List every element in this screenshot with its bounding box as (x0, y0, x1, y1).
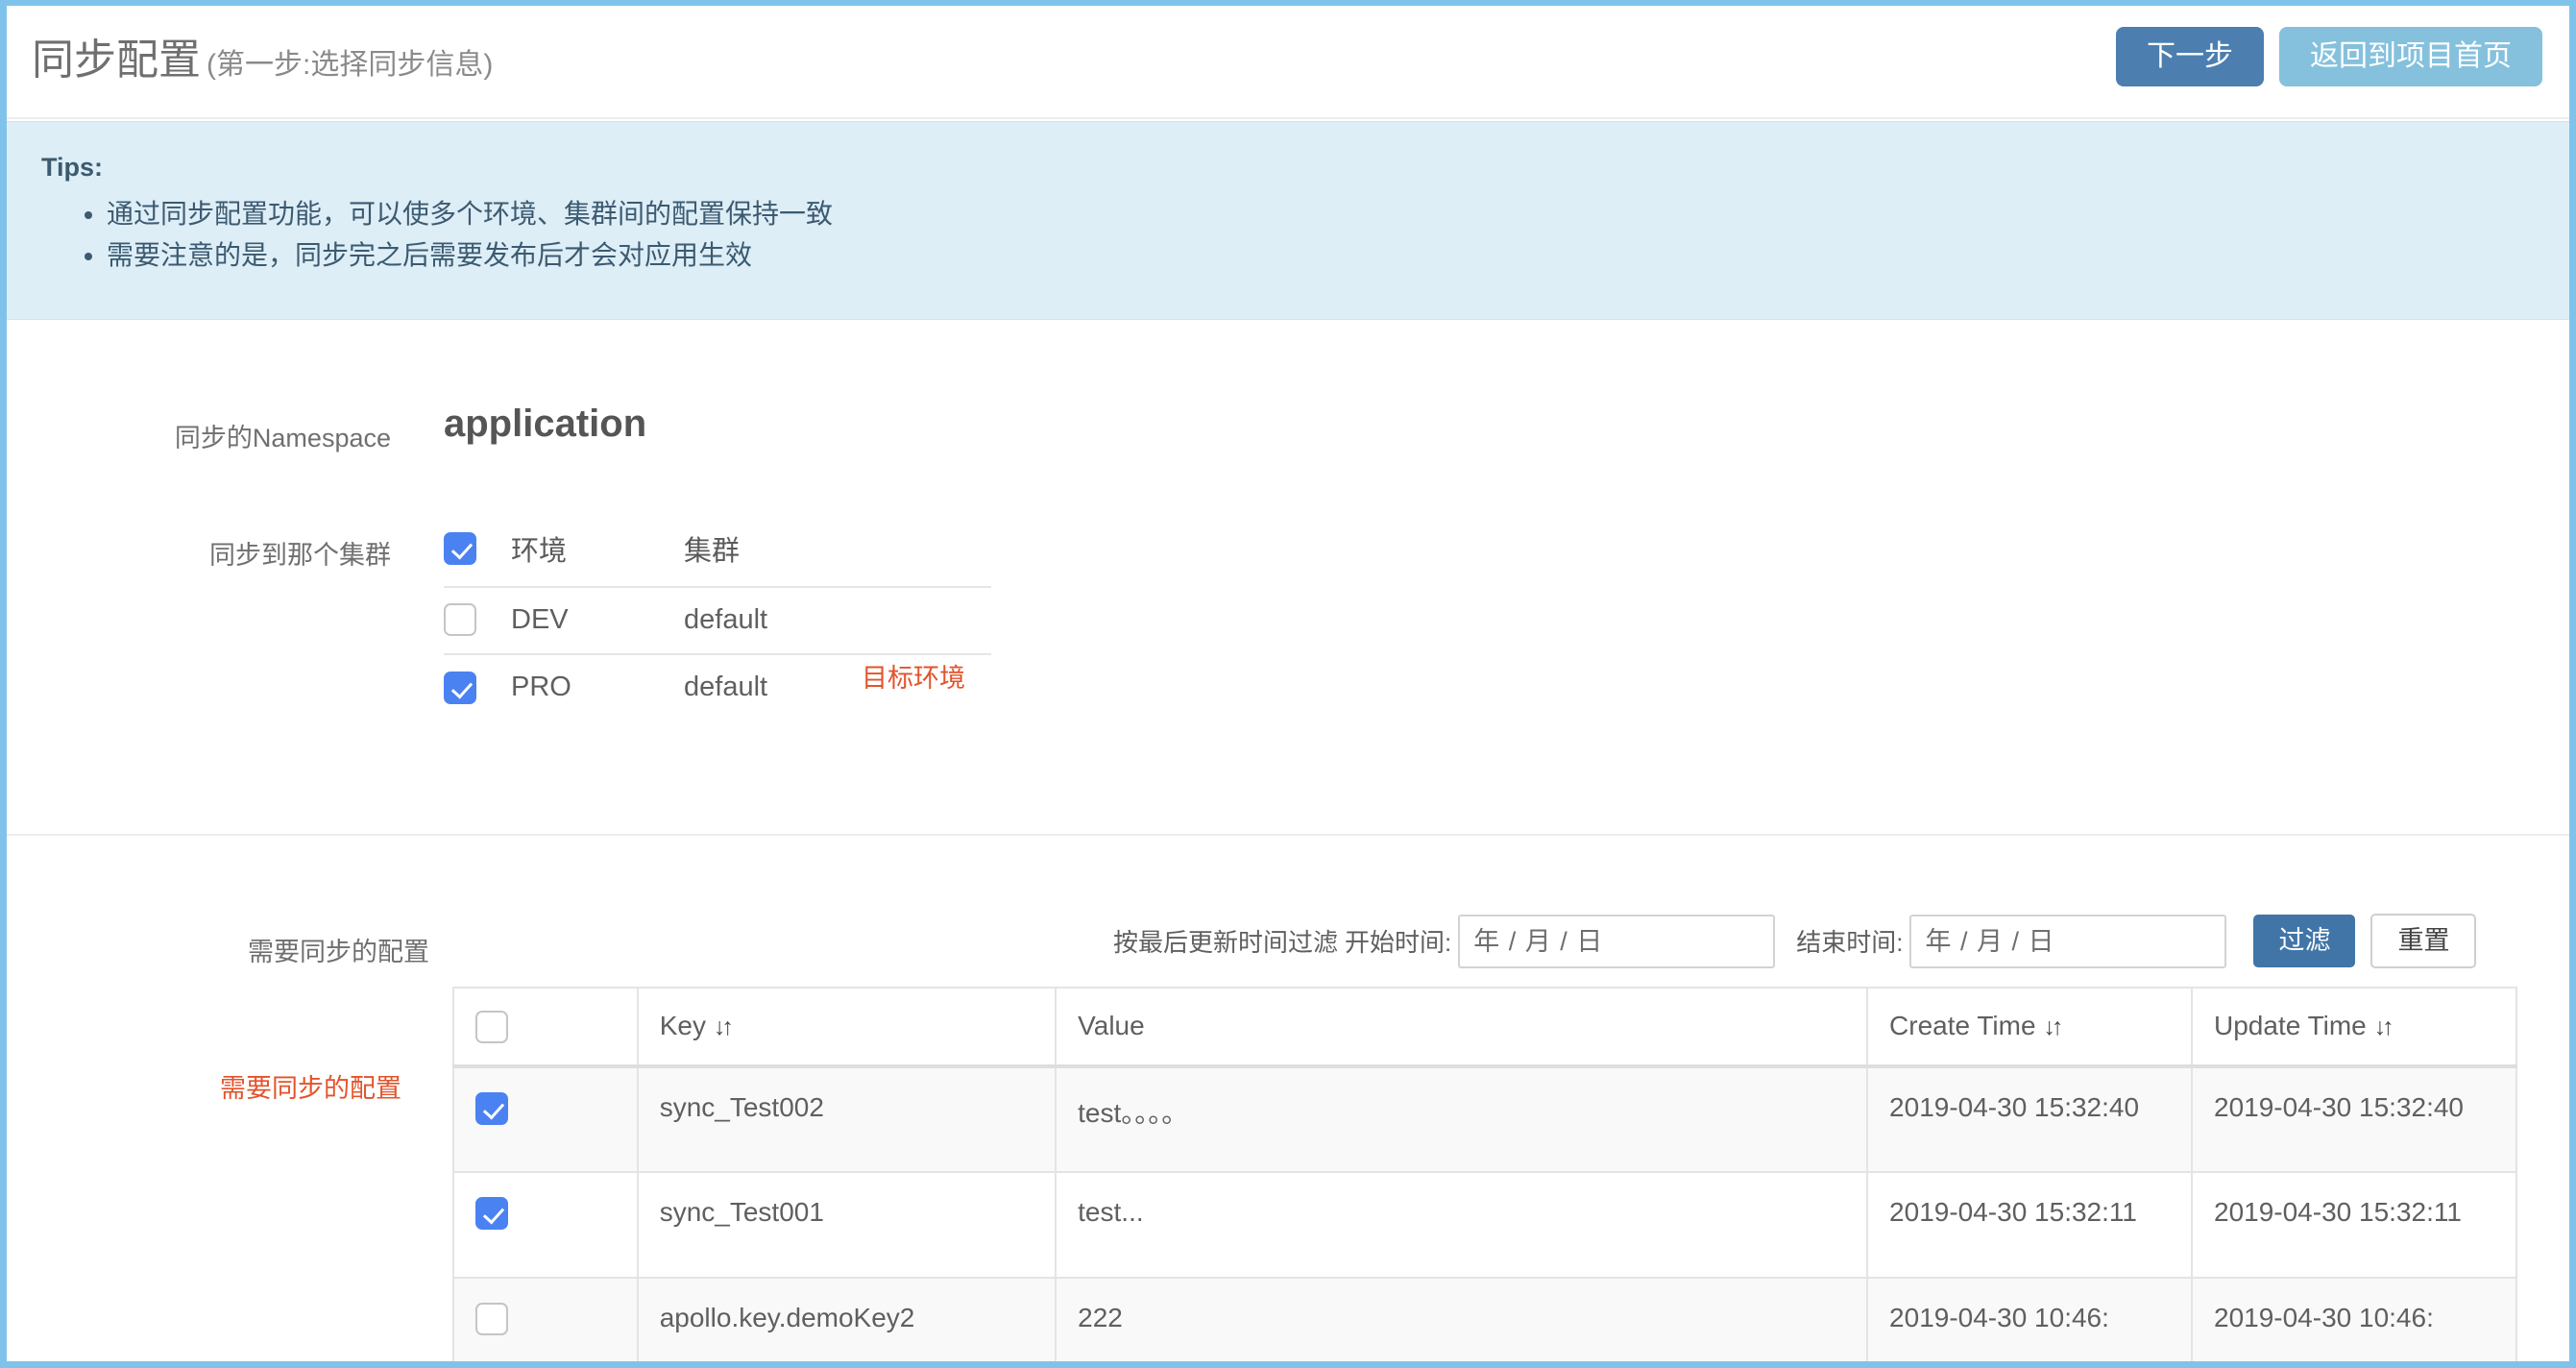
annotation-sync-config: 需要同步的配置 (220, 1074, 401, 1103)
row-0-key: sync_Test002 (636, 1064, 1057, 1173)
tips-panel: Tips: 通过同步配置功能，可以使多个环境、集群间的配置保持一致 需要注意的是… (7, 121, 2569, 320)
cluster-row-pro-checkbox[interactable] (444, 671, 476, 704)
row-2-value: 222 (1055, 1276, 1869, 1361)
tips-title: Tips: (41, 153, 104, 182)
config-header-update-time-label: Update Time (2214, 1011, 2367, 1041)
end-date-value: 年 / 月 / 日 (1925, 926, 2055, 956)
page-header: 同步配置 (第一步:选择同步信息) 下一步 返回到项目首页 (7, 6, 2569, 119)
start-time-label: 开始时间: (1345, 928, 1452, 957)
row-0-update-time: 2019-04-30 15:32:40 (2191, 1064, 2517, 1173)
cluster-row-pro-env: PRO (511, 653, 684, 721)
cluster-select-all-cell[interactable] (444, 513, 511, 587)
sync-target-section: 同步的Namespace application 同步到那个集群 环境 集群 D… (7, 321, 2569, 836)
start-date-input[interactable]: 年 / 月 / 日 (1458, 914, 1776, 968)
page-title: 同步配置 (第一步:选择同步信息) (32, 25, 493, 86)
cluster-row-dev[interactable]: DEV default (444, 585, 991, 655)
page-title-main: 同步配置 (32, 37, 201, 84)
config-header-key[interactable]: Key ↓↑ (636, 987, 1057, 1068)
cluster-header-env: 环境 (511, 536, 568, 567)
row-0-create-time: 2019-04-30 15:32:40 (1866, 1064, 2193, 1173)
config-section-label: 需要同步的配置 (248, 938, 429, 966)
tips-item: 需要注意的是，同步完之后需要发布后才会对应用生效 (107, 235, 2569, 277)
cluster-row-pro-check-cell[interactable] (444, 653, 511, 721)
row-0-value: test。。。。 (1055, 1064, 1869, 1173)
config-header-update-time[interactable]: Update Time ↓↑ (2191, 987, 2517, 1068)
config-header-key-label: Key (659, 1011, 706, 1041)
row-1-key: sync_Test001 (636, 1170, 1057, 1279)
config-select-all-checkbox[interactable] (475, 1010, 508, 1043)
config-header-value-label: Value (1078, 1011, 1145, 1041)
cluster-header-cluster: 集群 (684, 536, 741, 567)
row-2-check-cell[interactable] (452, 1276, 639, 1361)
next-step-button[interactable]: 下一步 (2116, 27, 2264, 86)
page-title-sub: (第一步:选择同步信息) (207, 49, 494, 81)
reset-button[interactable]: 重置 (2370, 914, 2477, 968)
cluster-row-dev-checkbox[interactable] (444, 603, 476, 637)
cluster-label: 同步到那个集群 (209, 541, 391, 570)
row-1-check-cell[interactable] (452, 1170, 639, 1279)
config-header-value: Value (1055, 987, 1869, 1068)
namespace-value: application (444, 403, 647, 445)
config-table-header-row: Key ↓↑ Value Create Time ↓↑ Update Time ↓↑ (452, 987, 2517, 1068)
row-1-value: test... (1055, 1170, 1869, 1279)
config-data-table: Key ↓↑ Value Create Time ↓↑ Update Time ↓↑ … (452, 987, 2517, 1361)
config-table-body: sync_Test002 test。。。。 2019-04-30 15:32:4… (452, 1064, 2517, 1361)
config-header-create-time-label: Create Time (1889, 1011, 2036, 1041)
start-date-value: 年 / 月 / 日 (1473, 926, 1604, 956)
namespace-label: 同步的Namespace (174, 424, 391, 452)
tips-item: 通过同步配置功能，可以使多个环境、集群间的配置保持一致 (107, 194, 2569, 235)
cluster-row-dev-cluster: default (684, 585, 991, 655)
row-1-checkbox[interactable] (475, 1197, 508, 1231)
sort-create-time-icon[interactable]: ↓↑ (2044, 1014, 2064, 1041)
row-2-create-time: 2019-04-30 10:46: (1866, 1276, 2193, 1361)
sort-update-time-icon[interactable]: ↓↑ (2374, 1014, 2394, 1041)
config-select-all-cell[interactable] (452, 987, 639, 1068)
filter-bar: 按最后更新时间过滤 开始时间: 年 / 月 / 日 结束时间: 年 / 月 / … (1113, 914, 2477, 968)
row-2-key: apollo.key.demoKey2 (636, 1276, 1057, 1361)
row-0-checkbox[interactable] (475, 1092, 508, 1126)
config-header-create-time[interactable]: Create Time ↓↑ (1866, 987, 2193, 1068)
sort-key-icon[interactable]: ↓↑ (714, 1014, 734, 1041)
row-1-create-time: 2019-04-30 15:32:11 (1866, 1170, 2193, 1279)
config-table-head: Key ↓↑ Value Create Time ↓↑ Update Time ↓↑ (452, 987, 2517, 1068)
return-home-button[interactable]: 返回到项目首页 (2279, 27, 2542, 86)
row-2-checkbox[interactable] (475, 1303, 508, 1336)
cluster-select-all-checkbox[interactable] (444, 532, 476, 566)
end-time-label: 结束时间: (1796, 928, 1904, 957)
table-row[interactable]: apollo.key.demoKey2 222 2019-04-30 10:46… (452, 1276, 2517, 1361)
cluster-table-header-row: 环境 集群 (444, 513, 991, 587)
browser-page-frame: 同步配置(第一步:选择同步信息) 下一步 返回到项目首页 Tips: 通过同步配… (0, 0, 2576, 1368)
row-2-update-time: 2019-04-30 10:46: (2191, 1276, 2517, 1361)
header-actions: 下一步 返回到项目首页 (2116, 27, 2542, 86)
end-date-input[interactable]: 年 / 月 / 日 (1909, 914, 2227, 968)
table-row[interactable]: sync_Test001 test... 2019-04-30 15:32:11… (452, 1170, 2517, 1279)
filter-button[interactable]: 过滤 (2253, 915, 2356, 967)
table-row[interactable]: sync_Test002 test。。。。 2019-04-30 15:32:4… (452, 1064, 2517, 1173)
tips-list: 通过同步配置功能，可以使多个环境、集群间的配置保持一致 需要注意的是，同步完之后… (107, 194, 2569, 276)
filter-prefix-label: 按最后更新时间过滤 (1113, 928, 1339, 957)
row-1-update-time: 2019-04-30 15:32:11 (2191, 1170, 2517, 1279)
cluster-row-dev-check-cell[interactable] (444, 585, 511, 655)
row-0-check-cell[interactable] (452, 1064, 639, 1173)
cluster-row-dev-env: DEV (511, 585, 684, 655)
annotation-target-environment: 目标环境 (862, 664, 965, 693)
page-content: 同步配置(第一步:选择同步信息) 下一步 返回到项目首页 Tips: 通过同步配… (7, 6, 2569, 1361)
